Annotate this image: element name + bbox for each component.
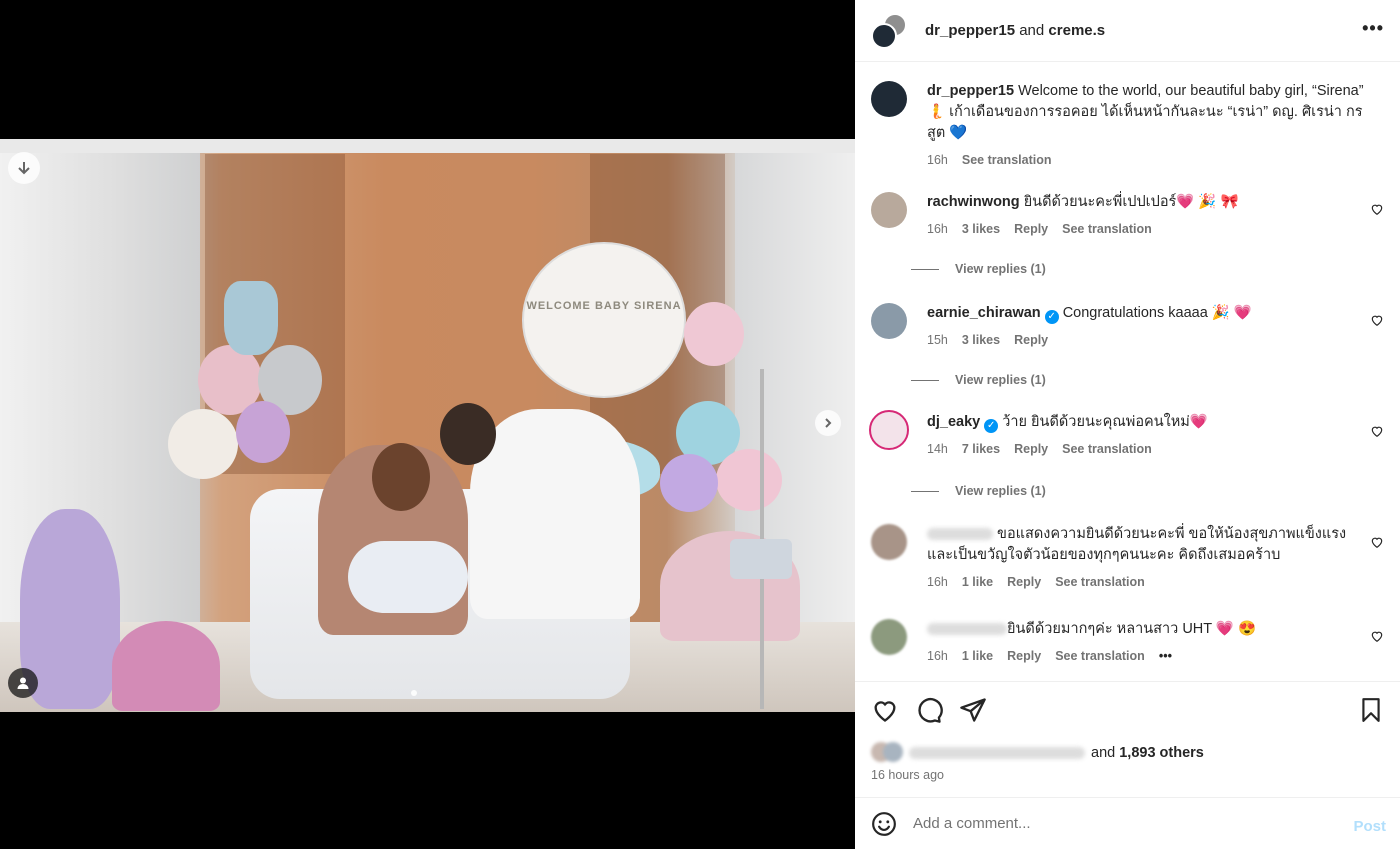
reply-button[interactable]: Reply xyxy=(1014,442,1048,456)
comment-composer: Post xyxy=(855,797,1400,849)
view-replies-button[interactable]: View replies (1) xyxy=(911,373,1046,387)
see-translation-link[interactable]: See translation xyxy=(1055,575,1145,589)
post-photo[interactable]: WELCOME BABY SIRENA xyxy=(0,139,855,712)
comment-text: ว้าย ยินดีด้วยนะคุณพ่อคนใหม่💗 xyxy=(1002,414,1208,430)
see-translation-link[interactable]: See translation xyxy=(1062,442,1152,456)
emoji-icon[interactable] xyxy=(871,811,897,837)
liker-avatars xyxy=(871,742,905,764)
heart-icon[interactable] xyxy=(1370,629,1384,643)
view-replies-button[interactable]: View replies (1) xyxy=(911,262,1046,276)
verified-icon: ✓ xyxy=(984,419,999,433)
baby-figure xyxy=(348,541,468,613)
blurred-username xyxy=(927,623,1007,636)
comment-likes[interactable]: 1 like xyxy=(962,575,993,589)
see-translation-link[interactable]: See translation xyxy=(962,153,1052,167)
heart-icon[interactable] xyxy=(1370,424,1384,438)
photo-ceiling xyxy=(0,139,855,153)
post-side-panel: dr_pepper15 and creme.s ••• dr_pepper15 … xyxy=(855,0,1400,849)
avatar[interactable] xyxy=(871,192,907,228)
heart-icon[interactable] xyxy=(1370,202,1384,216)
comments-list[interactable]: dr_pepper15 Welcome to the world, our be… xyxy=(855,63,1400,681)
avatar[interactable] xyxy=(871,303,907,339)
heart-icon[interactable] xyxy=(1370,313,1384,327)
download-icon[interactable] xyxy=(8,152,40,184)
bookmark-icon[interactable] xyxy=(1358,696,1384,724)
comment-more-icon[interactable]: ••• xyxy=(1159,649,1172,663)
comment-likes[interactable]: 3 likes xyxy=(962,222,1000,236)
post-actions: and 1,893 others 16 hours ago xyxy=(855,681,1400,797)
action-icons xyxy=(871,696,1384,726)
comment-input[interactable] xyxy=(913,815,1313,832)
comment-likes[interactable]: 1 like xyxy=(962,649,993,663)
purple-balloon xyxy=(236,401,290,463)
comment-time[interactable]: 16h xyxy=(927,222,948,236)
avatar xyxy=(871,22,897,49)
heart-icon[interactable] xyxy=(871,696,899,724)
caption-time[interactable]: 16h xyxy=(927,153,948,167)
see-translation-link[interactable]: See translation xyxy=(1055,649,1145,663)
reply-button[interactable]: Reply xyxy=(1014,222,1048,236)
author-username[interactable]: dr_pepper15 xyxy=(925,22,1015,39)
welcome-balloon: WELCOME BABY SIRENA xyxy=(522,242,686,398)
comment-username[interactable]: dj_eaky xyxy=(927,414,980,430)
purple-balloon xyxy=(660,454,718,512)
comment-time[interactable]: 16h xyxy=(927,575,948,589)
balloon-text: WELCOME BABY SIRENA xyxy=(526,300,682,312)
comment-username[interactable]: earnie_chirawan xyxy=(927,305,1041,321)
comment-likes[interactable]: 7 likes xyxy=(962,442,1000,456)
father-head xyxy=(440,403,496,465)
avatar[interactable] xyxy=(871,619,907,655)
user-tag-icon[interactable] xyxy=(8,668,38,698)
carousel-dot xyxy=(411,690,417,696)
avatar[interactable] xyxy=(871,524,907,560)
reply-button[interactable]: Reply xyxy=(1007,575,1041,589)
caption-username[interactable]: dr_pepper15 xyxy=(927,83,1014,99)
likes-joiner: and xyxy=(1091,745,1116,761)
post-authors: dr_pepper15 and creme.s xyxy=(925,22,1105,39)
avatar[interactable] xyxy=(869,410,909,450)
chevron-right-icon[interactable] xyxy=(815,410,841,436)
shell-balloon xyxy=(112,621,220,711)
comment-likes[interactable]: 3 likes xyxy=(962,333,1000,347)
comment-time[interactable]: 14h xyxy=(927,442,948,456)
white-balloon xyxy=(168,409,238,479)
collab-avatars[interactable] xyxy=(871,12,913,49)
comment-icon[interactable] xyxy=(915,696,943,724)
comment-time[interactable]: 16h xyxy=(927,649,948,663)
more-icon[interactable]: ••• xyxy=(1362,18,1384,39)
comment-username[interactable]: rachwinwong xyxy=(927,194,1020,210)
share-icon[interactable] xyxy=(959,696,987,724)
post-header: dr_pepper15 and creme.s ••• xyxy=(855,0,1400,62)
mother-head xyxy=(372,443,430,511)
likes-count[interactable]: 1,893 others xyxy=(1119,745,1204,761)
post-media: WELCOME BABY SIRENA xyxy=(0,0,855,849)
avatar[interactable] xyxy=(871,81,907,117)
reply-button[interactable]: Reply xyxy=(1007,649,1041,663)
comment-text: ยินดีด้วยมากๆค่ะ หลานสาว UHT 💗 😍 xyxy=(1007,621,1257,637)
blue-star-balloon xyxy=(224,281,278,355)
comment-text: ยินดีด้วยนะคะพี่เปปเปอร์💗 🎉 🎀 xyxy=(1023,194,1239,210)
verified-icon: ✓ xyxy=(1044,310,1059,324)
pink-balloon xyxy=(684,302,744,366)
avatar xyxy=(883,742,903,762)
likes-summary[interactable]: and 1,893 others xyxy=(871,742,1204,764)
authors-joiner: and xyxy=(1019,22,1045,39)
iv-pump xyxy=(730,539,792,579)
blurred-username xyxy=(927,528,993,541)
pink-balloon xyxy=(716,449,782,511)
father-figure xyxy=(470,409,640,619)
post-timestamp[interactable]: 16 hours ago xyxy=(871,768,944,782)
comment-time[interactable]: 15h xyxy=(927,333,948,347)
collaborator-username[interactable]: creme.s xyxy=(1048,22,1105,39)
heart-icon[interactable] xyxy=(1370,535,1384,549)
view-replies-button[interactable]: View replies (1) xyxy=(911,484,1046,498)
blurred-liked-by xyxy=(909,747,1085,759)
reply-button[interactable]: Reply xyxy=(1014,333,1048,347)
post-button[interactable]: Post xyxy=(1353,818,1386,835)
comment-text: Congratulations kaaaa 🎉 💗 xyxy=(1062,305,1252,321)
see-translation-link[interactable]: See translation xyxy=(1062,222,1152,236)
